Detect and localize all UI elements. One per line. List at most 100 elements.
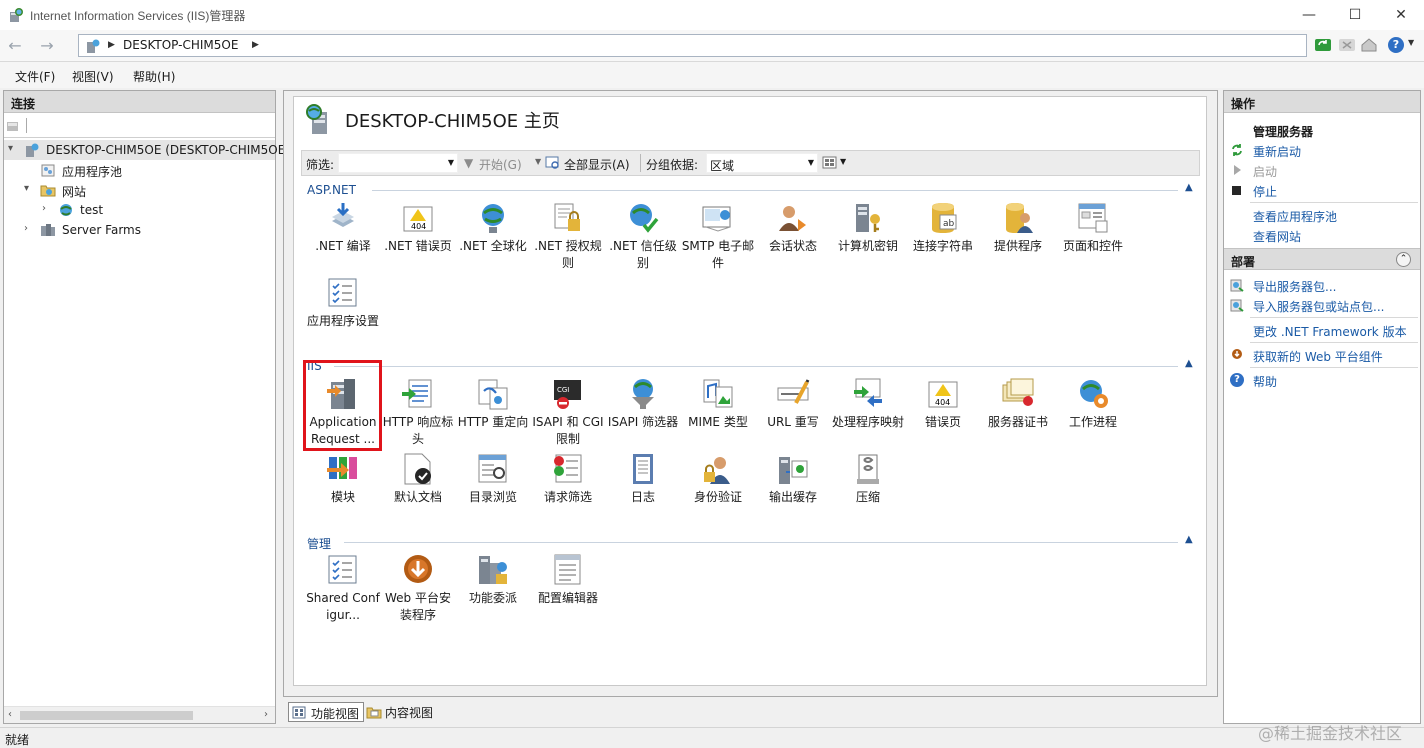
feature-item[interactable]: HTTP 响应标头 (380, 377, 456, 448)
feature-item[interactable]: 会话状态 (755, 201, 831, 255)
feature-item[interactable]: URL 重写 (755, 377, 831, 431)
scrollbar-thumb[interactable] (20, 711, 193, 720)
maximize-button[interactable]: ☐ (1332, 0, 1378, 30)
restart-action[interactable]: 重新启动 (1253, 143, 1301, 160)
feature-item[interactable]: MIME 类型 (680, 377, 756, 431)
feature-item[interactable]: 默认文档 (380, 452, 456, 506)
group-header[interactable]: ASP.NET (307, 183, 356, 197)
home-icon[interactable] (1360, 36, 1378, 54)
feature-item[interactable]: ab 连接字符串 (905, 201, 981, 255)
iis-app-icon (10, 8, 23, 22)
close-button[interactable]: ✕ (1378, 0, 1424, 30)
export-package-action[interactable]: 导出服务器包... (1253, 278, 1336, 295)
minimize-button[interactable]: — (1286, 0, 1332, 30)
tree-item[interactable]: ▾ DESKTOP-CHIM5OE (DESKTOP-CHIM5OE (4, 140, 285, 160)
feature-item[interactable]: 日志 (605, 452, 681, 506)
feature-item[interactable]: 工作进程 (1055, 377, 1131, 431)
collapse-group-icon[interactable]: ▲ (1185, 182, 1193, 193)
help-icon[interactable]: ? (1388, 37, 1404, 53)
feature-item[interactable]: Web 平台安装程序 (380, 553, 456, 624)
import-package-icon (1230, 299, 1244, 312)
feature-label: 页面和控件 (1062, 239, 1123, 253)
feature-item[interactable]: 服务器证书 (980, 377, 1056, 431)
deploy-header[interactable]: 部署 ⌃ (1224, 248, 1420, 270)
menu-file[interactable]: 文件(F) (15, 68, 55, 85)
stop-loading-icon[interactable] (1338, 36, 1356, 54)
help-dropdown-icon[interactable]: ▼ (1408, 38, 1414, 47)
tree-item[interactable]: ▾ 网站 (4, 180, 275, 200)
connection-strings-icon: ab (932, 203, 957, 233)
view-app-pools-link[interactable]: 查看应用程序池 (1253, 208, 1337, 225)
get-web-components-link[interactable]: 获取新的 Web 平台组件 (1253, 348, 1383, 365)
feature-item[interactable]: 应用程序设置 (305, 276, 381, 330)
expand-arrow-icon[interactable]: ▾ (24, 183, 29, 194)
feature-item[interactable]: 页面和控件 (1055, 201, 1131, 255)
import-package-action[interactable]: 导入服务器包或站点包... (1253, 298, 1384, 315)
divider (1250, 202, 1418, 203)
app-settings-icon (328, 278, 357, 307)
menu-view[interactable]: 视图(V) (72, 68, 114, 85)
feature-item[interactable]: 输出缓存 (755, 452, 831, 506)
collapse-group-icon[interactable]: ▲ (1185, 358, 1193, 369)
feature-item[interactable]: SMTP 电子邮件 (680, 201, 756, 272)
feature-item[interactable]: 404 错误页 (905, 377, 981, 431)
feature-item[interactable]: Shared Configur... (305, 553, 381, 624)
feature-item[interactable]: 请求筛选 (530, 452, 606, 506)
breadcrumb-server[interactable]: DESKTOP-CHIM5OE (123, 38, 238, 52)
feature-item[interactable]: ISAPI 筛选器 (605, 377, 681, 431)
collapse-icon[interactable]: ⌃ (1396, 252, 1411, 267)
feature-label: 身份验证 (693, 490, 742, 504)
svg-text:404: 404 (935, 398, 950, 407)
breadcrumb-arrow-icon[interactable]: ▶ (252, 40, 259, 50)
feature-item[interactable]: HTTP 重定向 (455, 377, 531, 431)
expand-arrow-icon[interactable]: › (42, 203, 46, 214)
horizontal-scrollbar[interactable]: ‹ › (4, 706, 275, 723)
change-framework-link[interactable]: 更改 .NET Framework 版本 (1253, 323, 1407, 340)
tab-features-view[interactable]: 功能视图 (288, 702, 365, 722)
feature-item[interactable]: 404 .NET 错误页 (380, 201, 456, 255)
connect-icon[interactable] (6, 119, 20, 133)
breadcrumb-arrow-icon[interactable]: ▶ (108, 40, 115, 50)
feature-item[interactable]: 处理程序映射 (830, 377, 906, 431)
feature-item[interactable]: 配置编辑器 (530, 553, 606, 607)
view-sites-link[interactable]: 查看网站 (1253, 228, 1301, 245)
feature-label: 连接字符串 (912, 239, 973, 253)
expand-arrow-icon[interactable]: › (24, 223, 28, 234)
menu-help[interactable]: 帮助(H) (133, 68, 175, 85)
feature-delegation-icon (479, 556, 507, 584)
help-link[interactable]: 帮助 (1253, 373, 1277, 390)
tab-content-view[interactable]: 内容视图 (363, 702, 437, 722)
scroll-left-icon[interactable]: ‹ (8, 709, 12, 720)
start-action[interactable]: 启动 (1253, 163, 1277, 180)
feature-item[interactable]: .NET 信任级别 (605, 201, 681, 272)
feature-item[interactable]: 计算机密钥 (830, 201, 906, 255)
feature-item[interactable]: .NET 编译 (305, 201, 381, 255)
tree-item[interactable]: › test (4, 200, 275, 220)
refresh-icon[interactable] (1314, 36, 1332, 54)
feature-item[interactable]: 目录浏览 (455, 452, 531, 506)
feature-item[interactable]: 模块 (305, 452, 381, 506)
tree-item[interactable]: › Server Farms (4, 220, 275, 240)
address-box[interactable]: ▶ DESKTOP-CHIM5OE ▶ (78, 34, 1307, 57)
feature-label: 应用程序设置 (306, 314, 379, 328)
expand-arrow-icon[interactable]: ▾ (8, 143, 13, 154)
scroll-right-icon[interactable]: › (264, 709, 268, 720)
dotnet-compile-icon (332, 203, 354, 227)
forward-button[interactable]: → (36, 35, 58, 57)
isapi-cgi-icon: CGI (554, 380, 581, 409)
feature-item[interactable]: 身份验证 (680, 452, 756, 506)
feature-item[interactable]: 压缩 (830, 452, 906, 506)
stop-action[interactable]: 停止 (1253, 183, 1277, 200)
feature-label: HTTP 响应标头 (382, 415, 454, 446)
feature-item[interactable]: CGI ISAPI 和 CGI 限制 (530, 377, 606, 448)
feature-item[interactable]: 功能委派 (455, 553, 531, 607)
collapse-group-icon[interactable]: ▲ (1185, 534, 1193, 545)
web-platform-icon (1232, 349, 1242, 359)
feature-item[interactable]: 提供程序 (980, 201, 1056, 255)
feature-label: SMTP 电子邮件 (681, 239, 755, 270)
feature-item[interactable]: .NET 授权规则 (530, 201, 606, 272)
back-button[interactable]: ← (4, 35, 26, 57)
feature-item[interactable]: .NET 全球化 (455, 201, 531, 255)
tree-item[interactable]: 应用程序池 (4, 160, 275, 180)
group-header[interactable]: 管理 (307, 535, 331, 552)
